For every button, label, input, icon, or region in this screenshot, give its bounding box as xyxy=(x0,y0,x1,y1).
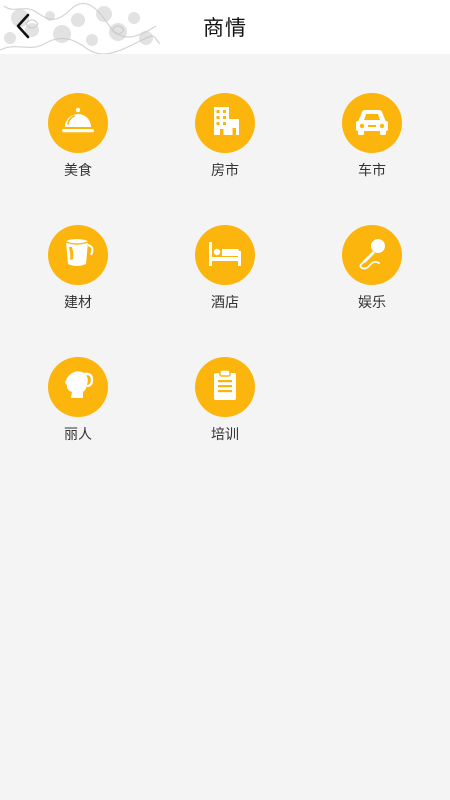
woman-profile-icon xyxy=(58,365,98,409)
category-housing[interactable]: 房市 xyxy=(150,54,300,186)
category-icon-circle xyxy=(195,225,255,285)
category-label: 酒店 xyxy=(211,295,239,311)
category-icon-circle xyxy=(195,93,255,153)
page-title: 商情 xyxy=(203,16,247,40)
category-label: 丽人 xyxy=(64,427,92,443)
category-label: 房市 xyxy=(211,163,239,179)
category-building-materials[interactable]: 建材 xyxy=(3,186,153,318)
category-icon-circle xyxy=(342,225,402,285)
clipboard-icon xyxy=(205,365,245,409)
category-label: 娱乐 xyxy=(358,295,386,311)
microphone-icon xyxy=(352,233,392,277)
category-label: 培训 xyxy=(211,427,239,443)
building-icon xyxy=(205,101,245,145)
category-label: 车市 xyxy=(358,163,386,179)
food-cloche-icon xyxy=(58,101,98,145)
category-label: 美食 xyxy=(64,163,92,179)
category-food[interactable]: 美食 xyxy=(3,54,153,186)
category-icon-circle xyxy=(48,357,108,417)
category-icon-circle xyxy=(48,93,108,153)
app-header: 商情 xyxy=(0,0,450,54)
car-icon xyxy=(352,101,392,145)
category-entertainment[interactable]: 娱乐 xyxy=(297,186,447,318)
paint-bucket-icon xyxy=(58,233,98,277)
category-cars[interactable]: 车市 xyxy=(297,54,447,186)
category-beauty[interactable]: 丽人 xyxy=(3,318,153,450)
category-icon-circle xyxy=(48,225,108,285)
bed-icon xyxy=(205,233,245,277)
category-hotel[interactable]: 酒店 xyxy=(150,186,300,318)
category-icon-circle xyxy=(342,93,402,153)
category-training[interactable]: 培训 xyxy=(150,318,300,450)
category-icon-circle xyxy=(195,357,255,417)
category-label: 建材 xyxy=(64,295,92,311)
